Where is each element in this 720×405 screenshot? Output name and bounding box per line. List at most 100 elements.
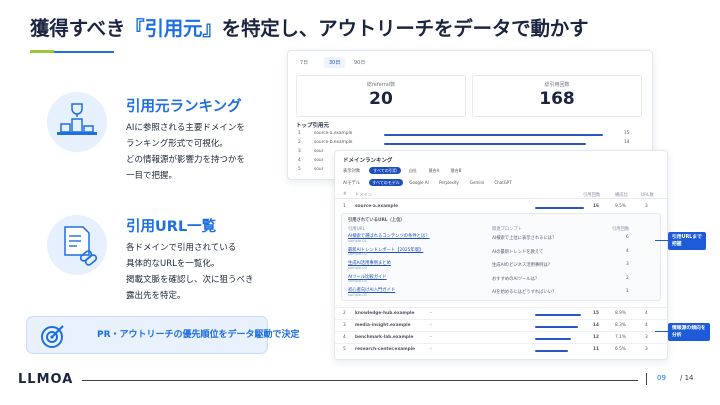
filter-chip[interactable]: 競合A (425, 167, 443, 174)
url-prompt: AIの最新トレンドを教えて (492, 249, 544, 255)
url-section-title: 引用されているURL（上位） (348, 218, 405, 223)
filter-chip[interactable]: ChatGPT (491, 179, 515, 186)
row-domain: research-center.example (355, 347, 416, 352)
feature-desc-ranking: AIに参照される主要ドメインを ランキング形式で可視化。 どの情報源が影響力を持… (126, 120, 245, 184)
row-domain: source-a.example (355, 204, 398, 209)
page-total: / 14 (680, 374, 694, 382)
stat-value: 20 (369, 89, 393, 109)
url-sub: sample-03 (348, 265, 367, 270)
ranking-row[interactable]: 5 research-center.example ⌄ 11 6.5% 3 (335, 343, 669, 354)
url-list-section: 引用されているURL（上位） 引用URL 関連プロンプト 引用回数 AI検索で選… (341, 213, 661, 301)
url-col-count: 引用回数 (612, 227, 630, 232)
document-link-icon (47, 215, 107, 275)
row-domain: media-insight.example (355, 323, 411, 328)
ranking-row[interactable]: 3 media-insight.example ⌄ 14 8.3% 4 (335, 319, 669, 330)
row-count: 12 (593, 335, 599, 340)
desc-line: 掲載文脈を確認し、次に狙うべき (126, 275, 254, 285)
desc-line: 露出先を特定。 (126, 291, 186, 301)
top-row-domain[interactable]: sour (314, 167, 323, 172)
desc-line: どの情報源が影響力を持つかを (126, 155, 246, 165)
top-row-domain[interactable]: sour (314, 158, 323, 163)
row-bar (535, 350, 568, 352)
col-count: 引用回数 (583, 193, 601, 198)
url-prompt: おすすめのAIツールは？ (492, 276, 540, 282)
feature-title-ranking: 引用元ランキング (126, 99, 242, 115)
chevron-down-icon[interactable]: ⌄ (429, 346, 433, 351)
banner-text: PR・アウトリーチの優先順位をデータ駆動で決定 (97, 330, 300, 340)
top-row-domain[interactable]: source-b.example (314, 140, 352, 145)
chevron-down-icon[interactable]: ⌄ (429, 334, 433, 339)
row-count: 14 (593, 323, 599, 328)
filter-label-model: AIモデル (343, 181, 361, 186)
url-sub: sample-01 (348, 238, 367, 243)
url-prompt: AI検索で上位に表示されるには？ (492, 236, 557, 241)
ranking-row[interactable]: 4 benchmark-lab.example ⌄ 12 7.1% 3 (335, 331, 669, 342)
filter-chip[interactable]: Perplexity (435, 179, 463, 186)
url-col-url: 引用URL (348, 227, 366, 232)
domain-ranking-panel: ドメインランキング 表示対象 すべての引用 自社 競合A 競合B AIモデル すべての… (334, 150, 669, 360)
chevron-down-icon[interactable]: ⌄ (429, 322, 433, 327)
col-share: 構成比 (615, 193, 628, 198)
col-rank: # (343, 192, 347, 197)
callout-connector (655, 331, 668, 332)
row-share: 6.5% (615, 347, 626, 352)
top-row-rank: 1 (298, 131, 301, 136)
top-sources-heading: トップ引用元 (296, 123, 330, 129)
callout-trend: 情報源の傾向を 分析 (668, 323, 710, 341)
desc-line: AIに参照される主要ドメインを (126, 123, 245, 133)
filter-chip[interactable]: Gemini (467, 179, 487, 186)
url-count: 1 (626, 289, 629, 294)
filter-chip[interactable]: すべての引用 (369, 167, 401, 174)
url-prompt: 生成AIのビジネス活用事例は？ (492, 263, 553, 268)
filter-label-target: 表示対象 (343, 169, 361, 174)
filter-chip[interactable]: すべてのモデル (369, 179, 403, 186)
filter-chip[interactable]: 競合B (447, 167, 465, 174)
top-row-domain[interactable]: sour (314, 149, 323, 154)
desc-line: 一目で把握。 (126, 171, 178, 181)
callout-line: 分析 (672, 333, 682, 338)
callout-connector (655, 240, 668, 241)
filter-chip[interactable]: 自社 (405, 167, 421, 174)
row-rank: 1 (343, 204, 346, 209)
ranking-title: ドメインランキング (343, 158, 393, 164)
desc-line: 各ドメインで引用されている (126, 243, 237, 253)
url-sub: sample-04 (348, 279, 367, 283)
tab-30d[interactable]: 30日 (324, 57, 346, 68)
slide-title: 獲得すべき『引用元』を特定し、アウトリーチをデータで動かす (30, 12, 589, 41)
callout-line: 引用URLまで (672, 235, 702, 240)
title-pre: 獲得すべき (30, 17, 126, 40)
url-count: 6 (626, 235, 629, 240)
stat-card-citations: 総引用回数 168 (472, 75, 642, 117)
top-row-rank: 4 (298, 158, 301, 163)
row-count: 16 (593, 204, 599, 209)
row-share: 7.1% (615, 335, 626, 340)
top-row-bar (384, 143, 586, 145)
callout-url: 引用URLまで 把握 (668, 232, 706, 250)
chevron-down-icon[interactable]: ⌄ (429, 310, 433, 315)
model-filter: すべてのモデル Google AI Perplexity Gemini ChatGPT (369, 179, 569, 187)
url-count: 2 (626, 275, 629, 281)
feature-desc-url: 各ドメインで引用されている 具体的なURLを一覧化。 掲載文脈を確認し、次に狙う… (126, 240, 254, 304)
url-col-prompt: 関連プロンプト (492, 227, 522, 232)
ranking-row-expanded[interactable]: 1 source-a.example 16 9.5% 3 (335, 202, 669, 212)
row-count: 15 (593, 311, 599, 316)
page-number: 09 (657, 374, 666, 382)
row-urls: 3 (645, 204, 648, 209)
col-domain: ドメイン (355, 193, 373, 198)
tab-90d[interactable]: 90日 (354, 59, 365, 66)
url-rows: AI検索で選ばれるコンテンツの条件とは？ sample-01 AI検索で上位に表示さ… (342, 233, 662, 301)
row-domain: knowledge-hub.example (355, 311, 415, 316)
footer-logo: LLMOA (18, 372, 74, 387)
row-rank: 4 (343, 335, 346, 340)
row-urls: 4 (645, 311, 648, 316)
row-bar (535, 314, 581, 316)
ranking-row[interactable]: 2 knowledge-hub.example ⌄ 15 8.9% 4 (335, 307, 669, 318)
url-sub: sample-02 (348, 252, 367, 256)
top-row-rank: 5 (298, 167, 301, 172)
tab-7d[interactable]: 7日 (300, 59, 308, 66)
filter-chip[interactable]: Google AI (407, 179, 431, 186)
summary-banner: PR・アウトリーチの優先順位をデータ駆動で決定 (26, 316, 300, 354)
row-rank: 5 (343, 347, 346, 352)
stat-label: 総引用回数 (544, 82, 570, 88)
top-row-domain[interactable]: source-a.example (314, 131, 352, 136)
